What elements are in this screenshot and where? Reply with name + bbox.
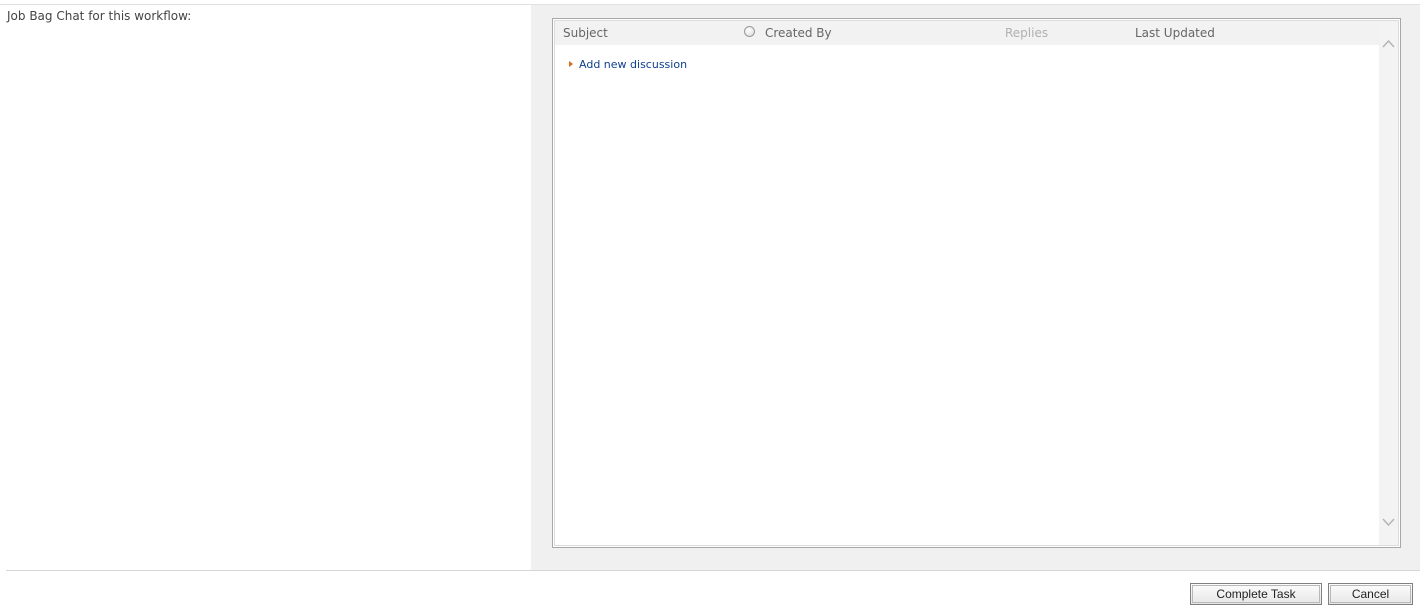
column-header-created-by[interactable]: Created By bbox=[765, 26, 832, 40]
discussion-frame-inner: Subject Created By Replies Last Updated … bbox=[554, 20, 1399, 546]
column-header-last-updated[interactable]: Last Updated bbox=[1135, 26, 1215, 40]
bullet-arrow-icon bbox=[569, 61, 573, 67]
chevron-down-icon[interactable] bbox=[1382, 517, 1395, 527]
discussion-frame: Subject Created By Replies Last Updated … bbox=[552, 18, 1401, 548]
bottom-divider bbox=[6, 570, 1420, 571]
chevron-up-icon[interactable] bbox=[1382, 39, 1395, 49]
add-new-discussion-label[interactable]: Add new discussion bbox=[579, 58, 687, 71]
field-label: Job Bag Chat for this workflow: bbox=[7, 9, 192, 23]
column-header-replies: Replies bbox=[1005, 26, 1049, 40]
vertical-scrollbar[interactable] bbox=[1379, 21, 1398, 545]
complete-task-button[interactable]: Complete Task bbox=[1190, 583, 1322, 605]
column-header-subject[interactable]: Subject bbox=[563, 26, 608, 40]
discussion-header-row: Subject Created By Replies Last Updated bbox=[555, 21, 1381, 45]
cancel-button[interactable]: Cancel bbox=[1328, 583, 1413, 605]
radio-icon[interactable] bbox=[744, 26, 755, 37]
add-new-discussion-link[interactable]: Add new discussion bbox=[569, 58, 687, 71]
